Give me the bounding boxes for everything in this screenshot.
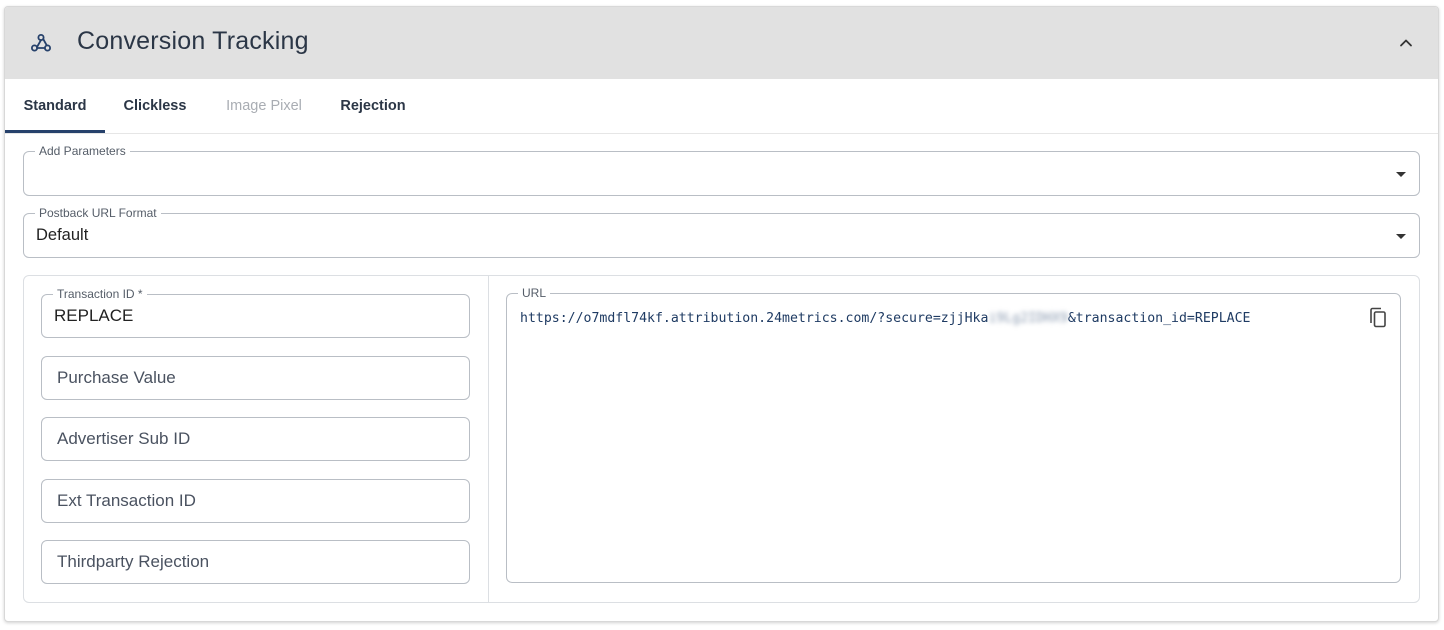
tab-bar: Standard Clickless Image Pixel Rejection xyxy=(5,79,1438,134)
section-divider xyxy=(488,276,489,602)
purchase-value-placeholder: Purchase Value xyxy=(57,368,176,387)
url-label: URL xyxy=(518,286,551,300)
url-prefix: https://o7mdfl74kf.attribution.24metrics… xyxy=(520,311,989,326)
advertiser-sub-id-field[interactable]: Advertiser Sub ID xyxy=(41,417,470,461)
postback-url-format-label: Postback URL Format xyxy=(35,206,161,220)
add-parameters-label: Add Parameters xyxy=(35,144,130,158)
ext-transaction-id-placeholder: Ext Transaction ID xyxy=(57,491,196,510)
chevron-up-icon[interactable] xyxy=(1394,31,1418,55)
transaction-id-field[interactable]: Transaction ID * REPLACE xyxy=(41,287,470,338)
tab-standard[interactable]: Standard xyxy=(5,79,105,133)
thirdparty-rejection-placeholder: Thirdparty Rejection xyxy=(57,552,210,571)
thirdparty-rejection-field[interactable]: Thirdparty Rejection xyxy=(41,540,470,584)
card-title: Conversion Tracking xyxy=(77,27,309,55)
conversion-tracking-card: Conversion Tracking Standard Clickless I… xyxy=(4,6,1439,622)
postback-url-text[interactable]: https://o7mdfl74kf.attribution.24metrics… xyxy=(520,311,1250,326)
url-output-box[interactable]: URL https://o7mdfl74kf.attribution.24met… xyxy=(506,286,1401,583)
transaction-id-value: REPLACE xyxy=(54,306,134,325)
postback-url-format-value: Default xyxy=(36,226,89,244)
copy-icon[interactable] xyxy=(1368,307,1388,329)
active-tab-indicator xyxy=(5,130,105,133)
purchase-value-field[interactable]: Purchase Value xyxy=(41,356,470,400)
dropdown-arrow-icon[interactable] xyxy=(1396,234,1406,239)
url-suffix: &transaction_id=REPLACE xyxy=(1067,311,1251,326)
postback-url-format-select[interactable]: Postback URL Format Default xyxy=(23,206,1420,258)
advertiser-sub-id-placeholder: Advertiser Sub ID xyxy=(57,429,191,448)
webhook-icon xyxy=(29,31,53,55)
card-header[interactable]: Conversion Tracking xyxy=(5,7,1438,79)
ext-transaction-id-field[interactable]: Ext Transaction ID xyxy=(41,479,470,523)
tab-image-pixel: Image Pixel xyxy=(226,98,302,114)
tab-clickless[interactable]: Clickless xyxy=(105,79,205,133)
postback-builder-section: Transaction ID * REPLACE Purchase Value … xyxy=(23,275,1420,603)
url-redacted-segment: i9Lg2IDHX9 xyxy=(988,311,1068,326)
transaction-id-label: Transaction ID * xyxy=(53,287,147,301)
add-parameters-select[interactable]: Add Parameters xyxy=(23,144,1420,196)
dropdown-arrow-icon[interactable] xyxy=(1396,172,1406,177)
tab-rejection[interactable]: Rejection xyxy=(327,79,419,133)
